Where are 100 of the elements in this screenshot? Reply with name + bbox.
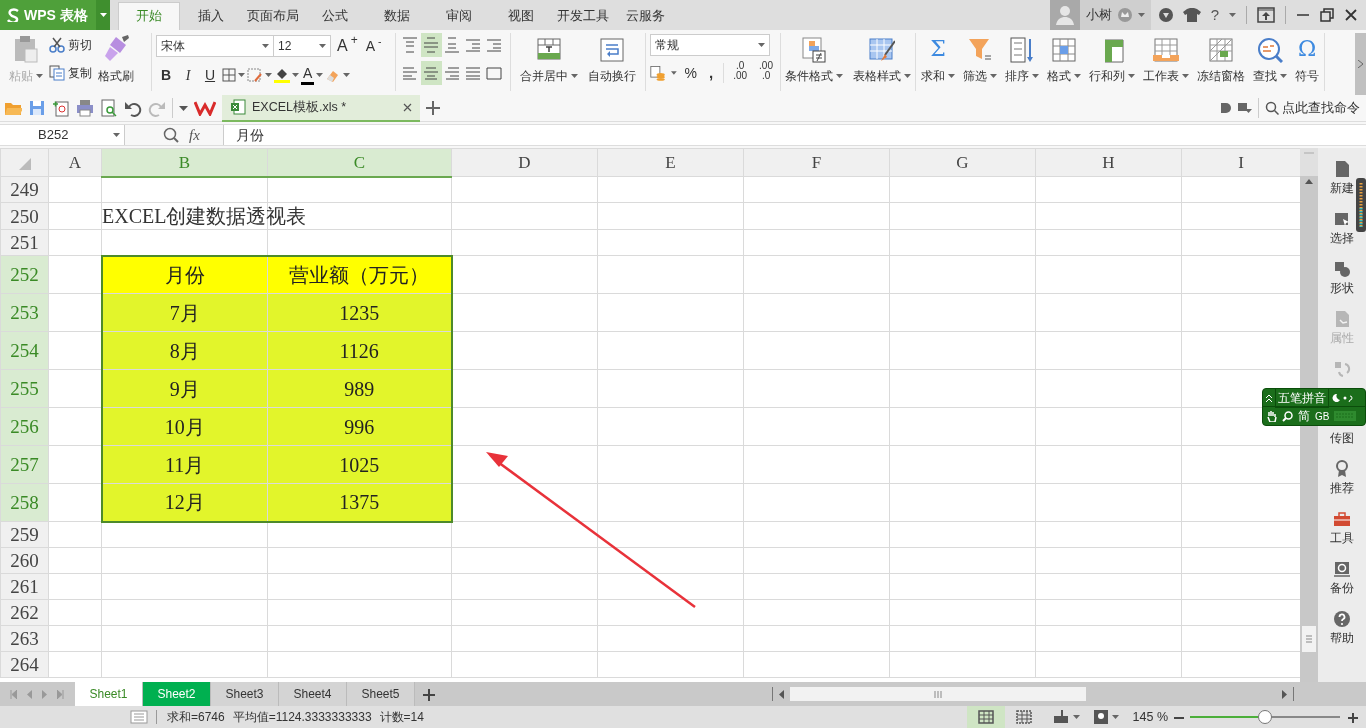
sidebar-button[interactable]: 新建: [1330, 160, 1354, 195]
sidebar-button[interactable]: 推荐: [1330, 460, 1354, 495]
column-header[interactable]: D: [451, 148, 598, 177]
scroll-thumb[interactable]: [1302, 626, 1316, 652]
pin-icon: [1220, 102, 1232, 114]
percent-button[interactable]: %: [682, 61, 699, 85]
copy-button[interactable]: 复制: [46, 61, 95, 85]
menu-tab[interactable]: 审阅: [428, 2, 490, 30]
formula-input-field[interactable]: 月份: [223, 125, 1366, 145]
menu-tab[interactable]: 公式: [304, 2, 366, 30]
sidebar-button[interactable]: 选择: [1330, 210, 1354, 245]
ribbon-button[interactable]: 自动换行: [587, 35, 637, 91]
ribbon-button[interactable]: 筛选: [962, 35, 998, 91]
table-cell: 1375: [267, 483, 452, 522]
ribbon-button[interactable]: 工作表: [1142, 35, 1190, 91]
ribbon-button[interactable]: 合并居中: [519, 35, 579, 91]
align-button[interactable]: [421, 61, 442, 85]
caret-icon: [319, 44, 326, 48]
toolbox-icon: [1333, 510, 1351, 528]
italic-button[interactable]: I: [178, 63, 198, 87]
scroll-right-button[interactable]: [1355, 33, 1366, 95]
format-painter-button[interactable]: 格式刷: [97, 33, 135, 91]
number-format-dropdown[interactable]: 常规: [650, 34, 770, 56]
crown-icon: [1117, 8, 1132, 22]
zoom-slider[interactable]: [1190, 710, 1340, 724]
sheet-tab[interactable]: Sheet1: [75, 682, 143, 706]
grip-icon: [1306, 635, 1312, 643]
table-cell: 1025: [267, 445, 452, 484]
ribbon-button[interactable]: 查找: [1252, 35, 1288, 91]
ribbon-button[interactable]: 表格样式: [852, 35, 912, 91]
shrink-font-button[interactable]: A$^{-}$: [363, 34, 384, 58]
row-header[interactable]: 263: [0, 625, 49, 652]
grid-view-icon: [977, 710, 994, 724]
horizontal-scroll-thumb[interactable]: [790, 687, 1086, 701]
sheet-tab[interactable]: Sheet5: [347, 682, 415, 706]
grow-font-button[interactable]: A$^{+}$: [335, 34, 360, 58]
dropdown-button[interactable]: [96, 0, 110, 30]
ribbon-button[interactable]: 排序: [1004, 35, 1040, 91]
user-name[interactable]: 小树: [1085, 5, 1112, 25]
help-button[interactable]: ?: [1210, 3, 1219, 27]
decrease-decimal-button[interactable]: .00 .0: [756, 61, 776, 85]
bold-button[interactable]: B: [156, 63, 176, 87]
table-cell: 996: [267, 407, 452, 446]
view-button[interactable]: [966, 706, 1005, 728]
row-header[interactable]: 261: [0, 573, 49, 600]
add-sheet-icon: [423, 688, 435, 701]
command-search-field[interactable]: 点此查找命令: [1265, 98, 1366, 118]
font-color-button[interactable]: A: [301, 65, 315, 85]
sidebar-button[interactable]: 形状: [1330, 260, 1354, 295]
sidebar-button[interactable]: 备份: [1330, 560, 1354, 595]
input-method-bar[interactable]: 五笔拼音 简 GB: [1262, 388, 1366, 426]
column-header[interactable]: F: [743, 148, 890, 177]
sheet-tab[interactable]: Sheet3: [211, 682, 279, 706]
ribbon-button[interactable]: 格式: [1046, 35, 1082, 91]
document-tab[interactable]: EXCEL模板.xls *: [222, 94, 420, 122]
row-header[interactable]: 262: [0, 599, 49, 626]
font-name-dropdown[interactable]: 宋体: [156, 35, 274, 57]
column-header[interactable]: E: [597, 148, 744, 177]
caret-icon: [179, 105, 188, 111]
caret-icon: [1182, 74, 1189, 78]
ribbon-button[interactable]: 冻结窗格: [1196, 35, 1246, 91]
row-header[interactable]: 260: [0, 547, 49, 574]
caret-icon: [99, 13, 107, 17]
ribbon-button[interactable]: Σ 求和: [920, 35, 956, 91]
sidebar-button[interactable]: 工具: [1330, 510, 1354, 545]
skin-icon: [1238, 102, 1252, 114]
row-header[interactable]: 249: [0, 176, 49, 203]
align-button[interactable]: [421, 33, 442, 57]
menu-tab[interactable]: 开发工具: [552, 2, 614, 30]
menu-tab[interactable]: 数据: [366, 2, 428, 30]
justify-icon: [465, 65, 481, 81]
underline-button[interactable]: U: [200, 63, 220, 87]
menu-tab[interactable]: 云服务: [614, 2, 676, 30]
row-header[interactable]: 258: [0, 483, 49, 522]
menu-tab[interactable]: 视图: [490, 2, 552, 30]
sidebar-button[interactable]: 帮助: [1330, 610, 1354, 645]
comma-button[interactable]: ,: [705, 61, 718, 85]
menu-tab[interactable]: 开始: [118, 2, 180, 30]
shapes-icon: [1333, 260, 1351, 278]
charset-text: 简: [1298, 408, 1310, 425]
row-header[interactable]: 259: [0, 521, 49, 548]
ribbon-button[interactable]: Ω 符号: [1294, 35, 1320, 91]
menu-tab[interactable]: 页面布局: [242, 2, 304, 30]
ribbon-button[interactable]: 行和列: [1088, 35, 1136, 91]
column-header[interactable]: I: [1181, 148, 1300, 177]
row-header[interactable]: 264: [0, 651, 49, 678]
keyboard-icon: [1334, 411, 1357, 421]
row-header[interactable]: 250: [0, 202, 49, 230]
function-button[interactable]: fx: [189, 123, 200, 147]
font-size-dropdown[interactable]: 12: [273, 35, 331, 57]
increase-decimal-button[interactable]: .0 .00: [730, 61, 751, 85]
menu-tab[interactable]: 插入: [180, 2, 242, 30]
column-header[interactable]: G: [889, 148, 1036, 177]
column-header[interactable]: A: [48, 148, 102, 177]
row-header[interactable]: 251: [0, 229, 49, 256]
column-header[interactable]: H: [1035, 148, 1182, 177]
row-header[interactable]: 256: [0, 407, 49, 446]
sheet-tab[interactable]: Sheet4: [279, 682, 347, 706]
ribbon-button[interactable]: 条件格式: [784, 35, 844, 91]
cut-button[interactable]: 剪切: [46, 33, 95, 57]
